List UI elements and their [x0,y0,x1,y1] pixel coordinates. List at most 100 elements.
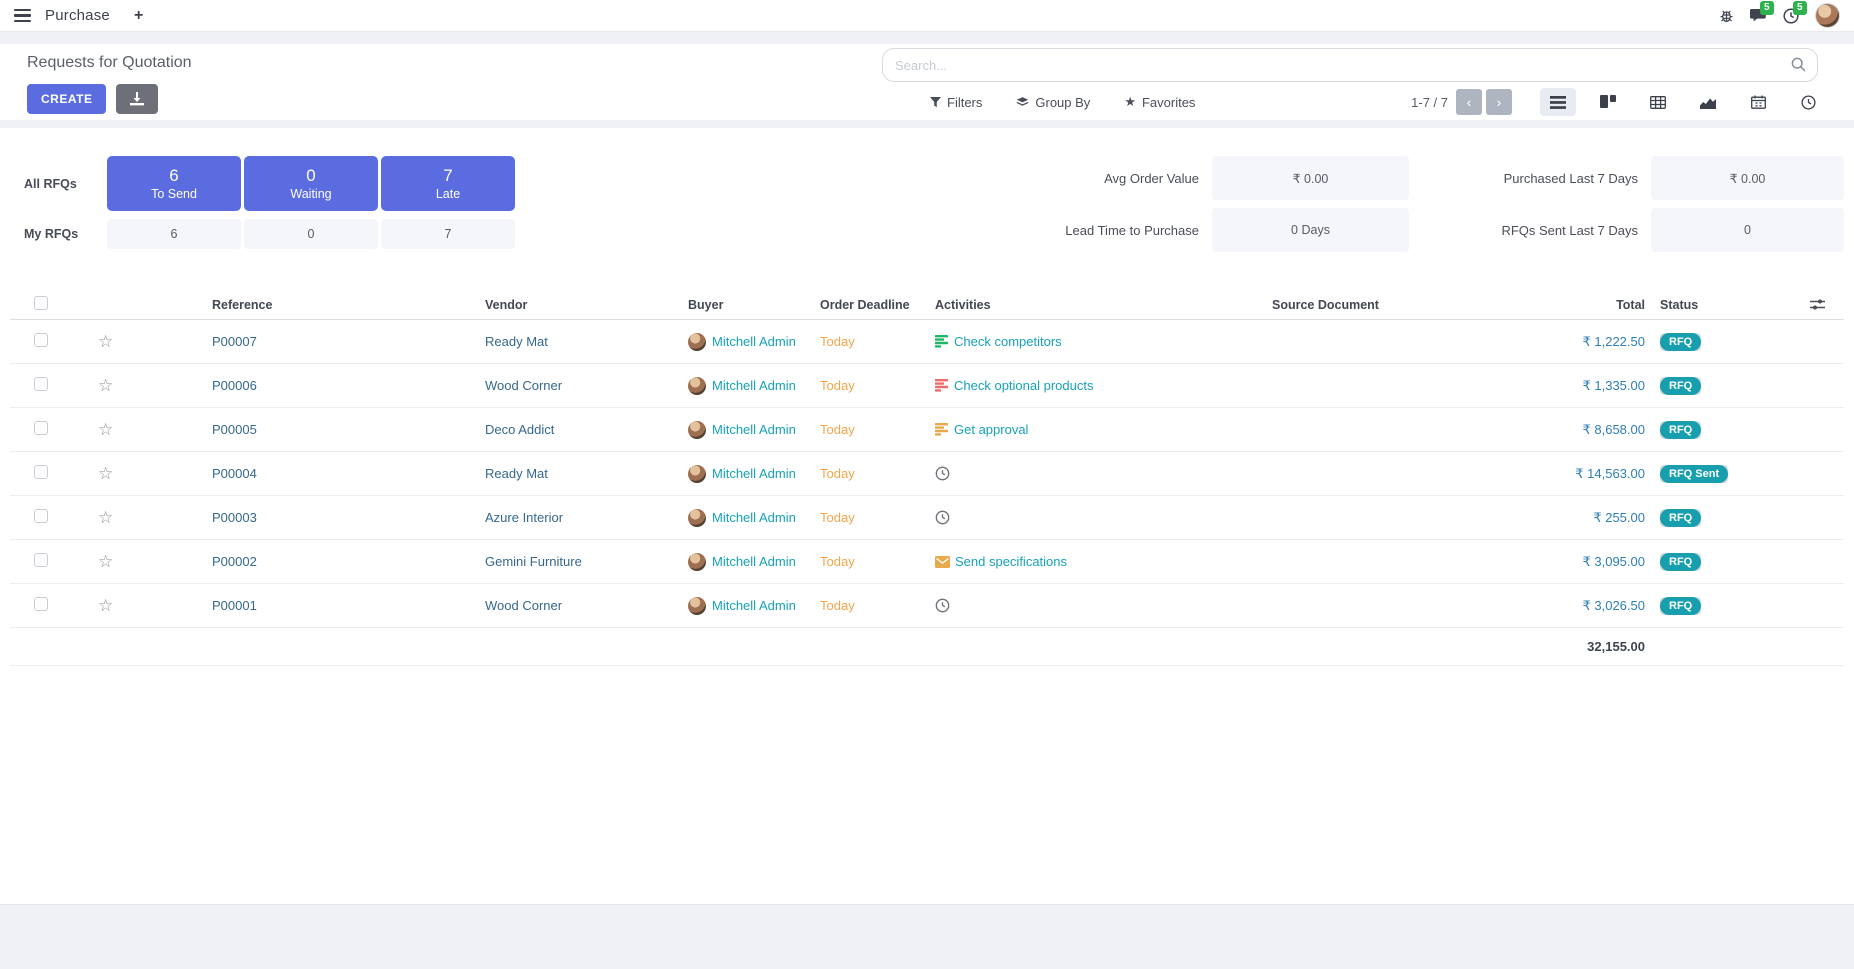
bug-icon[interactable] [1719,8,1734,23]
favorite-star-icon[interactable]: ☆ [66,420,136,440]
optional-columns-icon[interactable] [1790,298,1844,311]
vendor-link[interactable]: Wood Corner [480,598,685,613]
favorite-star-icon[interactable]: ☆ [66,552,136,572]
all-rfqs-label: All RFQs [10,156,107,211]
kpi-count: 0 [306,166,315,186]
view-kanban-button[interactable] [1590,88,1626,116]
activity-cell[interactable] [930,466,1265,481]
row-checkbox[interactable] [34,597,48,611]
pager-previous-button[interactable]: ‹ [1456,89,1482,115]
buyer-cell[interactable]: Mitchell Admin [685,509,815,527]
page-title: Requests for Quotation [27,54,192,72]
column-header-deadline[interactable]: Order Deadline [815,298,930,312]
column-header-buyer[interactable]: Buyer [685,298,815,312]
favorite-star-icon[interactable]: ☆ [66,332,136,352]
kpi-waiting[interactable]: 0 Waiting [244,156,378,211]
row-checkbox[interactable] [34,377,48,391]
table-row[interactable]: ☆ P00007 Ready Mat Mitchell Admin Today … [10,320,1844,364]
reference-link[interactable]: P00001 [136,598,480,613]
buyer-name: Mitchell Admin [712,510,796,525]
group-by-button[interactable]: Group By [1016,95,1090,110]
vendor-link[interactable]: Wood Corner [480,378,685,393]
table-row[interactable]: ☆ P00005 Deco Addict Mitchell Admin Toda… [10,408,1844,452]
kpi-to-send[interactable]: 6 To Send [107,156,241,211]
activity-cell[interactable]: Check competitors [930,334,1265,349]
export-button[interactable] [116,84,158,114]
activity-cell[interactable]: Get approval [930,422,1265,437]
reference-link[interactable]: P00004 [136,466,480,481]
vendor-link[interactable]: Deco Addict [480,422,685,437]
graph-view-icon [1700,96,1716,109]
view-list-button[interactable] [1540,88,1576,116]
favorite-star-icon[interactable]: ☆ [66,596,136,616]
column-header-vendor[interactable]: Vendor [480,298,685,312]
column-header-source[interactable]: Source Document [1265,298,1500,312]
reference-link[interactable]: P00002 [136,554,480,569]
kpi-late[interactable]: 7 Late [381,156,515,211]
dashboard-stats: Avg Order Value ₹ 0.00 Purchased Last 7 … [879,156,1844,252]
row-checkbox[interactable] [34,509,48,523]
favorites-label: Favorites [1142,95,1195,110]
row-checkbox[interactable] [34,421,48,435]
activity-cell[interactable] [930,510,1265,525]
chat-icon[interactable]: 5 [1750,8,1767,24]
view-pivot-button[interactable] [1640,88,1676,116]
column-header-status[interactable]: Status [1650,298,1790,312]
kpi-my-late[interactable]: 7 [381,219,515,249]
reference-link[interactable]: P00005 [136,422,480,437]
kpi-my-to-send[interactable]: 6 [107,219,241,249]
vendor-link[interactable]: Gemini Furniture [480,554,685,569]
favorites-button[interactable]: ★ Favorites [1124,94,1195,110]
row-checkbox[interactable] [34,333,48,347]
pager-next-button[interactable]: › [1486,89,1512,115]
reference-link[interactable]: P00007 [136,334,480,349]
total-cell: ₹ 3,026.50 [1500,598,1650,614]
reference-link[interactable]: P00003 [136,510,480,525]
favorite-star-icon[interactable]: ☆ [66,376,136,396]
search-icon[interactable] [1791,57,1806,72]
vendor-link[interactable]: Ready Mat [480,334,685,349]
buyer-cell[interactable]: Mitchell Admin [685,553,815,571]
reference-link[interactable]: P00006 [136,378,480,393]
table-row[interactable]: ☆ P00002 Gemini Furniture Mitchell Admin… [10,540,1844,584]
view-calendar-button[interactable] [1740,88,1776,116]
table-row[interactable]: ☆ P00004 Ready Mat Mitchell Admin Today … [10,452,1844,496]
buyer-cell[interactable]: Mitchell Admin [685,377,815,395]
table-row[interactable]: ☆ P00001 Wood Corner Mitchell Admin Toda… [10,584,1844,628]
activity-cell[interactable]: Check optional products [930,378,1265,393]
search-input[interactable] [882,48,1818,82]
kpi-my-waiting[interactable]: 0 [244,219,378,249]
view-switcher [1540,88,1826,116]
buyer-cell[interactable]: Mitchell Admin [685,333,815,351]
table-row[interactable]: ☆ P00003 Azure Interior Mitchell Admin T… [10,496,1844,540]
app-name[interactable]: Purchase [45,7,110,24]
column-header-reference[interactable]: Reference [136,298,480,312]
filters-button[interactable]: Filters [930,95,982,110]
deadline-cell: Today [815,334,930,349]
select-all-checkbox[interactable] [34,296,48,310]
activity-cell[interactable]: Send specifications [930,554,1265,569]
view-activity-button[interactable] [1790,88,1826,116]
activity-cell[interactable] [930,598,1265,613]
user-avatar[interactable] [1815,3,1840,28]
buyer-name: Mitchell Admin [712,422,796,437]
table-row[interactable]: ☆ P00006 Wood Corner Mitchell Admin Toda… [10,364,1844,408]
buyer-cell[interactable]: Mitchell Admin [685,465,815,483]
clock-icon[interactable]: 5 [1783,8,1799,24]
column-header-total[interactable]: Total [1500,298,1650,312]
buyer-cell[interactable]: Mitchell Admin [685,597,815,615]
column-header-activities[interactable]: Activities [930,298,1265,312]
vendor-link[interactable]: Ready Mat [480,466,685,481]
kpi-label: Waiting [290,186,331,202]
vendor-link[interactable]: Azure Interior [480,510,685,525]
create-button[interactable]: CREATE [27,84,106,114]
row-checkbox[interactable] [34,553,48,567]
buyer-cell[interactable]: Mitchell Admin [685,421,815,439]
row-checkbox[interactable] [34,465,48,479]
hamburger-icon[interactable] [14,9,31,23]
plus-icon[interactable]: + [134,7,143,25]
favorite-star-icon[interactable]: ☆ [66,464,136,484]
favorite-star-icon[interactable]: ☆ [66,508,136,528]
view-graph-button[interactable] [1690,88,1726,116]
clock-icon [935,598,950,613]
